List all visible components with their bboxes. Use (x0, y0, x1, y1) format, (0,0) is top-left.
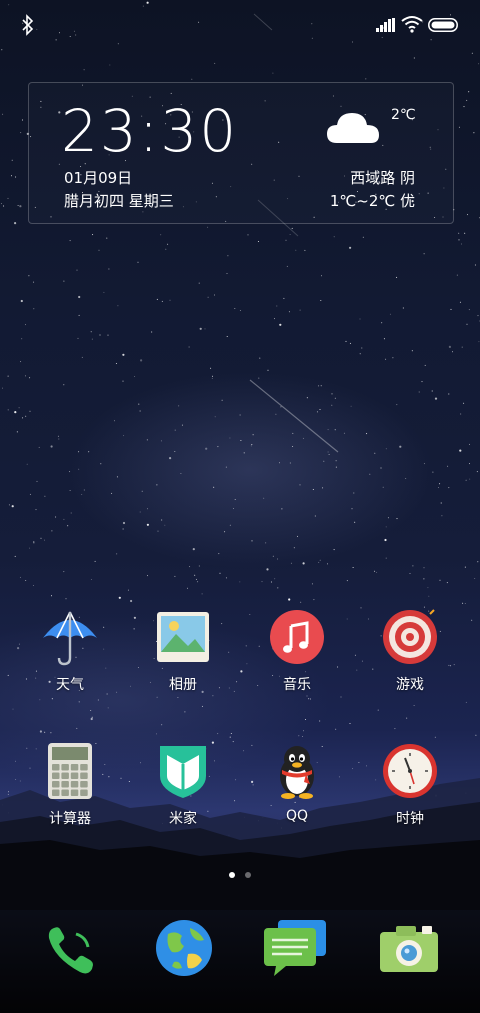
app-label: 音乐 (283, 677, 311, 693)
app-label: 相册 (169, 677, 197, 693)
dock-browser[interactable] (154, 918, 214, 978)
app-label: 计算器 (49, 811, 91, 827)
widget-range-quality: 1℃~2℃ 优 (329, 192, 415, 210)
widget-temperature: 2℃ (391, 107, 416, 123)
app-weather[interactable]: 天气 (20, 608, 120, 694)
app-qq[interactable]: QQ (247, 742, 347, 824)
widget-lunar-date: 腊月初四 星期三 (64, 192, 174, 210)
clock-weather-widget[interactable]: 23:30 01月09日 腊月初四 星期三 2℃ 西域路 阴 1℃~2℃ 优 (28, 82, 454, 224)
calculator-icon (48, 743, 92, 799)
battery-icon (428, 18, 458, 32)
widget-time: 23:30 (61, 97, 239, 165)
music-icon (270, 610, 324, 664)
app-games[interactable]: 游戏 (360, 608, 460, 694)
page-dot[interactable] (245, 872, 251, 878)
signal-icon (376, 18, 395, 32)
target-icon (383, 609, 437, 664)
browser-globe-icon (156, 920, 212, 976)
phone-icon (48, 927, 93, 974)
dock-phone[interactable] (40, 920, 100, 980)
mijia-icon (160, 746, 206, 798)
widget-date: 01月09日 (64, 169, 133, 187)
clock-icon (383, 744, 437, 798)
dock-messages[interactable] (262, 918, 330, 978)
app-calculator[interactable]: 计算器 (20, 742, 120, 828)
qq-penguin-icon (280, 746, 314, 799)
app-label: 天气 (56, 677, 84, 693)
app-gallery[interactable]: 相册 (133, 608, 233, 694)
wifi-icon (401, 16, 423, 33)
status-bar (0, 0, 480, 50)
app-clock[interactable]: 时钟 (360, 742, 460, 828)
app-label: 时钟 (396, 811, 424, 827)
camera-icon (380, 926, 438, 972)
app-label: 游戏 (396, 677, 424, 693)
dock-camera[interactable] (378, 922, 440, 976)
widget-location-condition: 西域路 阴 (350, 169, 415, 187)
umbrella-icon (43, 611, 97, 666)
messages-icon (264, 920, 326, 976)
app-mijia[interactable]: 米家 (133, 742, 233, 828)
bluetooth-icon (22, 14, 34, 36)
app-label: QQ (285, 808, 309, 824)
app-music[interactable]: 音乐 (247, 608, 347, 694)
page-dot-active[interactable] (229, 872, 235, 878)
gallery-icon (157, 612, 209, 662)
page-indicator[interactable] (0, 872, 480, 880)
cloud-icon (327, 113, 379, 143)
app-label: 米家 (169, 811, 197, 827)
